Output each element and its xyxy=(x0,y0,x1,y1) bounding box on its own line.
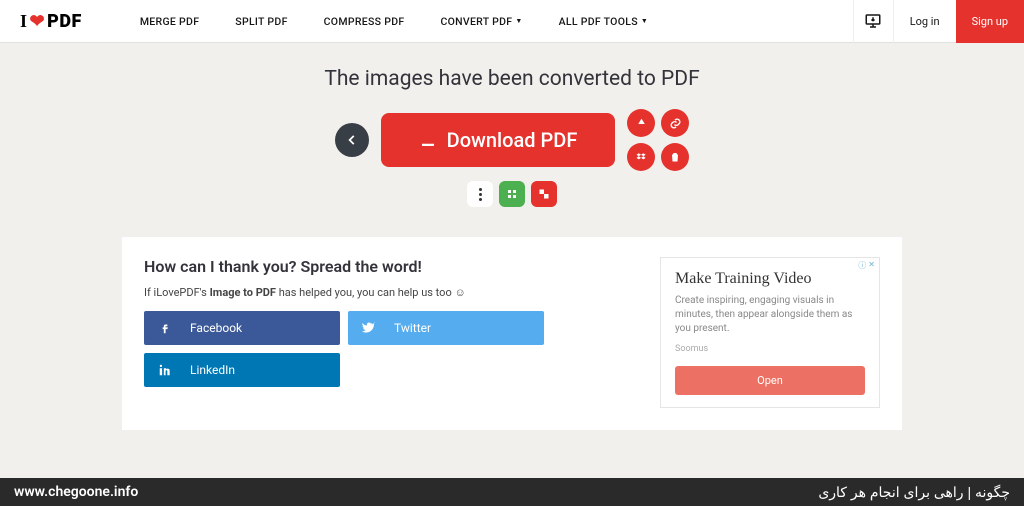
success-title: The images have been converted to PDF xyxy=(0,67,1024,91)
nav-convert[interactable]: CONVERT PDF▼ xyxy=(422,15,540,28)
ad-open-button[interactable]: Open xyxy=(675,366,865,395)
logo-pdf: PDF xyxy=(47,11,82,32)
nav-all[interactable]: ALL PDF TOOLS▼ xyxy=(541,15,667,28)
footer: www.chegoone.info چگونه | راهی برای انجا… xyxy=(0,478,1024,506)
login-button[interactable]: Log in xyxy=(893,0,956,43)
download-button[interactable]: Download PDF xyxy=(381,113,616,167)
facebook-icon xyxy=(158,321,172,335)
chevron-down-icon: ▼ xyxy=(641,17,648,25)
delete-button[interactable] xyxy=(661,143,689,171)
linkedin-button[interactable]: LinkedIn xyxy=(144,353,340,387)
ad-brand: Soomus xyxy=(675,344,865,354)
footer-right: چگونه | راهی برای انجام هر کاری xyxy=(818,484,1010,501)
download-row: Download PDF xyxy=(0,109,1024,171)
download-icon xyxy=(419,131,437,149)
link-button[interactable] xyxy=(661,109,689,137)
dropbox-button[interactable] xyxy=(627,143,655,171)
tool-red-button[interactable] xyxy=(531,181,557,207)
nav: MERGE PDF SPLIT PDF COMPRESS PDF CONVERT… xyxy=(122,15,666,28)
download-label: Download PDF xyxy=(447,128,578,152)
thank-title: How can I thank you? Spread the word! xyxy=(144,257,642,276)
thank-card: How can I thank you? Spread the word! If… xyxy=(122,237,902,430)
more-button[interactable] xyxy=(467,181,493,207)
header: I ❤ PDF MERGE PDF SPLIT PDF COMPRESS PDF… xyxy=(0,0,1024,43)
heart-icon: ❤ xyxy=(30,11,46,32)
facebook-button[interactable]: Facebook xyxy=(144,311,340,345)
logo[interactable]: I ❤ PDF xyxy=(20,11,82,32)
footer-left: www.chegoone.info xyxy=(14,484,138,500)
logo-i: I xyxy=(20,11,28,32)
tools-row xyxy=(0,181,1024,207)
header-right: Log in Sign up xyxy=(853,0,1024,42)
ad-title: Make Training Video xyxy=(675,270,865,288)
tool-green-button[interactable] xyxy=(499,181,525,207)
share-grid: Facebook Twitter LinkedIn xyxy=(144,311,544,387)
nav-merge[interactable]: MERGE PDF xyxy=(122,15,217,28)
linkedin-icon xyxy=(158,363,172,377)
nav-split[interactable]: SPLIT PDF xyxy=(217,15,305,28)
back-button[interactable] xyxy=(335,123,369,157)
thank-sub: If iLovePDF's Image to PDF has helped yo… xyxy=(144,286,642,299)
desktop-download-icon[interactable] xyxy=(853,0,893,43)
twitter-icon xyxy=(362,321,376,335)
ad-body: Create inspiring, engaging visuals in mi… xyxy=(675,294,865,336)
google-drive-button[interactable] xyxy=(627,109,655,137)
thank-left: How can I thank you? Spread the word! If… xyxy=(144,257,642,408)
ad-marker[interactable]: ⓘ✕ xyxy=(858,260,875,271)
nav-compress[interactable]: COMPRESS PDF xyxy=(306,15,423,28)
chevron-down-icon: ▼ xyxy=(515,17,522,25)
twitter-button[interactable]: Twitter xyxy=(348,311,544,345)
save-options xyxy=(627,109,689,171)
ad-box: ⓘ✕ Make Training Video Create inspiring,… xyxy=(660,257,880,408)
signup-button[interactable]: Sign up xyxy=(956,0,1024,43)
